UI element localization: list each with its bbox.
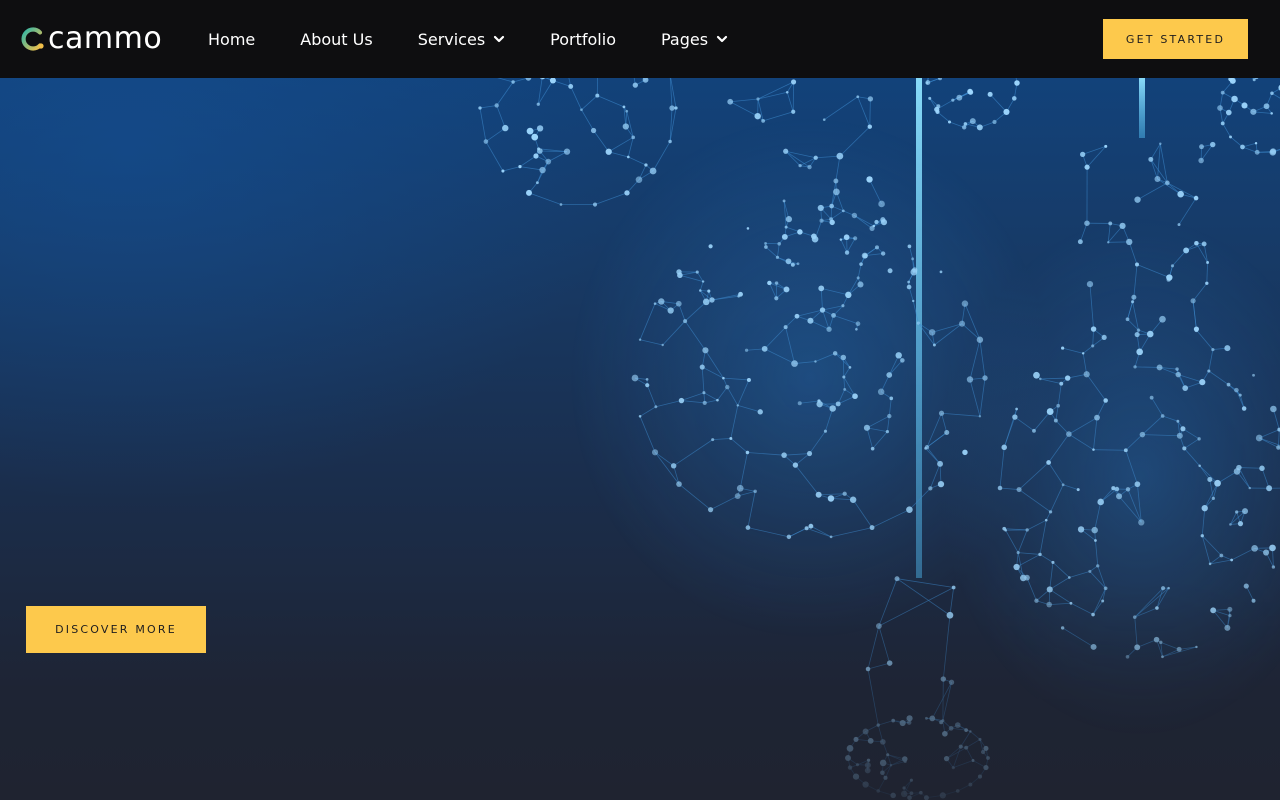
- nav-item-label: Home: [208, 29, 256, 49]
- get-started-button[interactable]: GET STARTED: [1103, 19, 1248, 59]
- nav-item-home[interactable]: Home: [208, 30, 255, 49]
- nav-item-pages[interactable]: Pages: [661, 30, 728, 49]
- chevron-down-icon: [494, 35, 505, 43]
- brand-name: cammo: [48, 21, 163, 56]
- nav-item-about-us[interactable]: About Us: [300, 30, 372, 49]
- site-logo[interactable]: cammo: [20, 22, 162, 56]
- nav-item-label: Pages: [660, 29, 709, 49]
- site-header: cammo Home About Us Services Portfolio P…: [0, 0, 1280, 78]
- network-lightbulbs-illustration: [478, 78, 1280, 800]
- nav-item-services[interactable]: Services: [418, 30, 505, 49]
- nav-item-label: About Us: [300, 29, 373, 49]
- discover-more-button[interactable]: DISCOVER MORE: [26, 606, 206, 653]
- c-ring-logo-icon: [21, 27, 44, 51]
- main-nav: Home About Us Services Portfolio Pages: [208, 0, 773, 78]
- nav-item-portfolio[interactable]: Portfolio: [550, 30, 616, 49]
- nav-item-label: Services: [417, 29, 486, 49]
- nav-item-label: Portfolio: [550, 29, 616, 49]
- chevron-down-icon: [716, 35, 728, 43]
- page: cammo Home About Us Services Portfolio P…: [0, 0, 1280, 800]
- hero-section: DISCOVER MORE: [0, 78, 1280, 800]
